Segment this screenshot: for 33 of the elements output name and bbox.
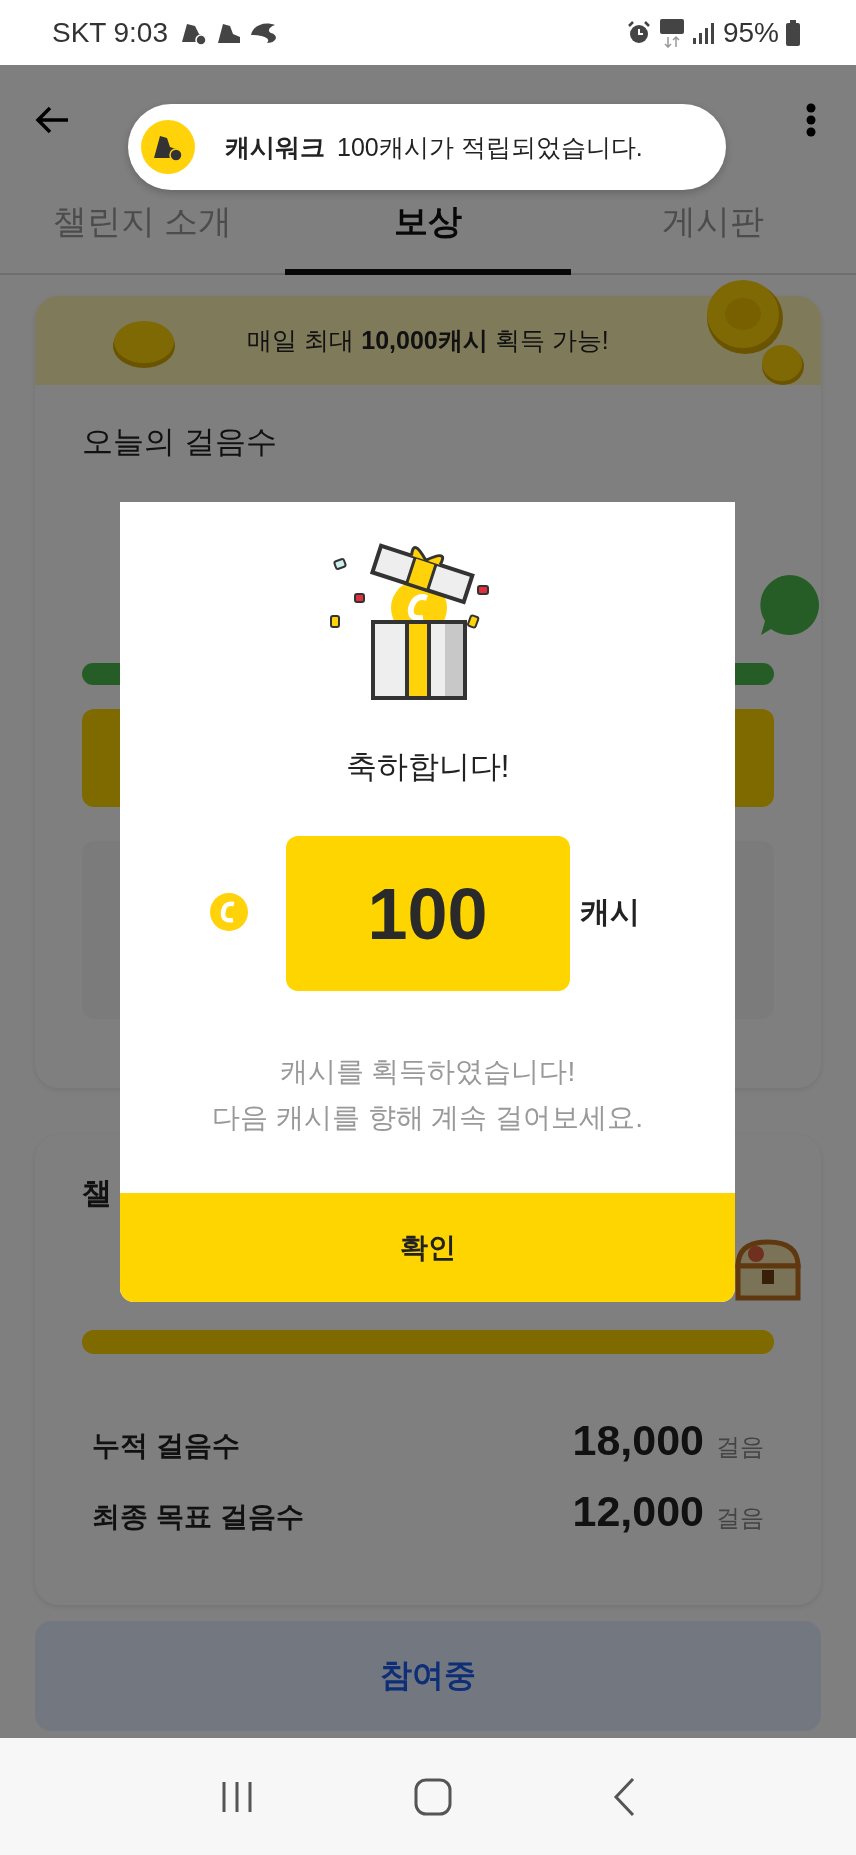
more-options-icon[interactable]	[806, 103, 816, 137]
recent-apps-icon[interactable]	[220, 1779, 254, 1814]
coin-icon	[111, 318, 177, 370]
back-arrow-icon[interactable]	[34, 105, 70, 135]
stat-value: 18,000	[572, 1416, 704, 1465]
carrier-name: SKT	[52, 16, 107, 49]
participating-button[interactable]: 참여중	[35, 1621, 821, 1731]
card-title: 챌	[82, 1175, 113, 1211]
back-icon[interactable]	[612, 1776, 636, 1817]
currency-unit: 캐시	[580, 894, 640, 930]
signal-icon	[691, 20, 716, 45]
network-icon	[658, 17, 685, 48]
stat-value: 12,000	[572, 1487, 704, 1536]
card-title: 오늘의 걸음수	[81, 423, 278, 461]
dialog-message: 다음 캐시를 향해 계속 걸어보세요.	[212, 1101, 643, 1135]
home-icon[interactable]	[414, 1777, 452, 1816]
dialog-message: 캐시를 획득하였습니다!	[279, 1055, 576, 1089]
battery-percent: 95%	[722, 16, 779, 49]
banner-text: 매일 최대 10,000캐시 획득 가능!	[247, 325, 609, 356]
clock: 9:03	[113, 16, 168, 49]
reward-amount: 100	[285, 836, 570, 991]
shoe-icon	[141, 120, 195, 174]
app-name: 캐시워크	[225, 131, 325, 163]
dialog-title: 축하합니다!	[345, 748, 510, 786]
stat-label: 누적 걸음수	[92, 1429, 241, 1463]
coin-icon	[210, 893, 248, 931]
stat-unit: 걸음	[716, 1503, 764, 1533]
chat-bubble-icon	[757, 573, 821, 637]
stat-unit: 걸음	[716, 1432, 764, 1462]
stat-label: 최종 목표 걸음수	[92, 1500, 305, 1534]
battery-icon	[786, 19, 800, 46]
confirm-button[interactable]: 확인	[120, 1193, 735, 1302]
toast-message: 100캐시가 적립되었습니다.	[337, 131, 643, 163]
